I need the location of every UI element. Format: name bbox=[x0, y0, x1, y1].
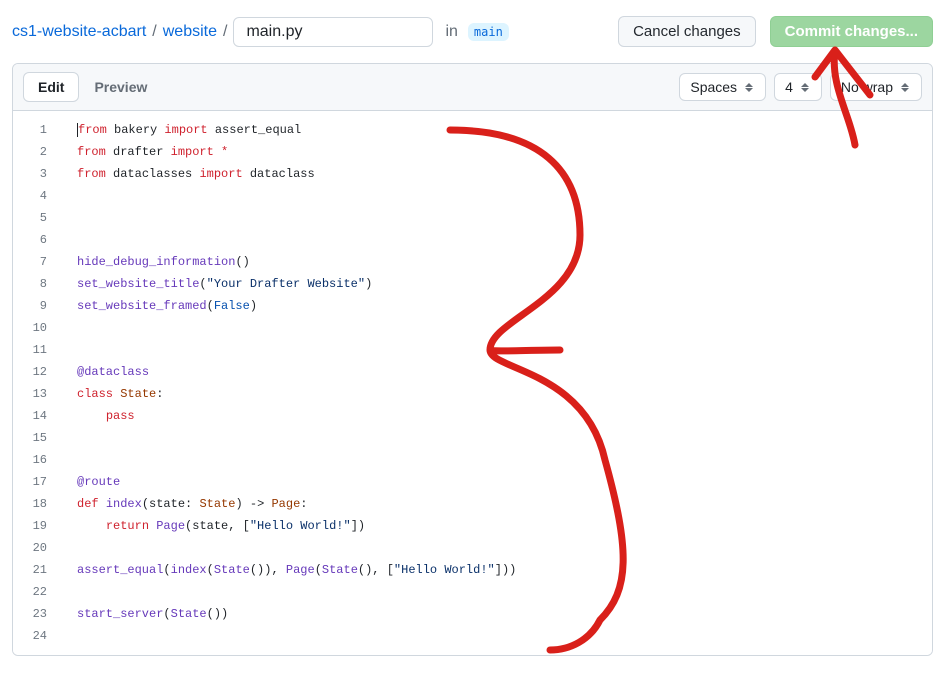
code-line[interactable]: @route bbox=[65, 471, 932, 493]
code-content[interactable]: from bakery import assert_equalfrom draf… bbox=[65, 111, 932, 655]
line-number: 18 bbox=[13, 493, 65, 515]
code-line[interactable]: from dataclasses import dataclass bbox=[65, 163, 932, 185]
line-number: 11 bbox=[13, 339, 65, 361]
indent-mode-select[interactable]: Spaces bbox=[679, 73, 766, 101]
code-line[interactable]: from bakery import assert_equal bbox=[65, 119, 932, 141]
indent-size-select[interactable]: 4 bbox=[774, 73, 822, 101]
line-number: 4 bbox=[13, 185, 65, 207]
line-number: 12 bbox=[13, 361, 65, 383]
line-number: 24 bbox=[13, 625, 65, 647]
breadcrumb-sep: / bbox=[223, 23, 227, 41]
line-gutter: 123456789101112131415161718192021222324 bbox=[13, 111, 65, 655]
line-number: 16 bbox=[13, 449, 65, 471]
code-line[interactable] bbox=[65, 581, 932, 603]
line-number: 7 bbox=[13, 251, 65, 273]
line-number: 22 bbox=[13, 581, 65, 603]
editor-toolbar: Edit Preview Spaces 4 No wrap bbox=[13, 64, 932, 111]
line-number: 8 bbox=[13, 273, 65, 295]
branch-badge[interactable]: main bbox=[468, 23, 509, 41]
line-number: 10 bbox=[13, 317, 65, 339]
line-number: 17 bbox=[13, 471, 65, 493]
cancel-button[interactable]: Cancel changes bbox=[618, 16, 756, 47]
editor-panel: Edit Preview Spaces 4 No wrap 1234567891… bbox=[12, 63, 933, 656]
code-line[interactable] bbox=[65, 339, 932, 361]
breadcrumb-sep: / bbox=[152, 23, 156, 41]
code-line[interactable] bbox=[65, 625, 932, 647]
code-line[interactable] bbox=[65, 317, 932, 339]
indent-size-label: 4 bbox=[785, 79, 793, 95]
breadcrumb-folder[interactable]: website bbox=[163, 23, 217, 41]
line-number: 5 bbox=[13, 207, 65, 229]
line-number: 19 bbox=[13, 515, 65, 537]
sort-icon bbox=[801, 80, 811, 94]
in-label: in bbox=[445, 23, 457, 41]
line-number: 9 bbox=[13, 295, 65, 317]
code-line[interactable]: hide_debug_information() bbox=[65, 251, 932, 273]
code-line[interactable]: set_website_framed(False) bbox=[65, 295, 932, 317]
line-number: 1 bbox=[13, 119, 65, 141]
tab-preview[interactable]: Preview bbox=[79, 72, 162, 102]
line-number: 13 bbox=[13, 383, 65, 405]
wrap-label: No wrap bbox=[841, 79, 893, 95]
wrap-select[interactable]: No wrap bbox=[830, 73, 922, 101]
sort-icon bbox=[745, 80, 755, 94]
line-number: 2 bbox=[13, 141, 65, 163]
code-line[interactable] bbox=[65, 427, 932, 449]
line-number: 23 bbox=[13, 603, 65, 625]
code-line[interactable] bbox=[65, 449, 932, 471]
code-line[interactable]: from drafter import * bbox=[65, 141, 932, 163]
code-line[interactable]: return Page(state, ["Hello World!"]) bbox=[65, 515, 932, 537]
line-number: 3 bbox=[13, 163, 65, 185]
breadcrumb-root[interactable]: cs1-website-acbart bbox=[12, 23, 146, 41]
indent-mode-label: Spaces bbox=[690, 79, 737, 95]
code-line[interactable]: set_website_title("Your Drafter Website"… bbox=[65, 273, 932, 295]
code-line[interactable]: def index(state: State) -> Page: bbox=[65, 493, 932, 515]
line-number: 6 bbox=[13, 229, 65, 251]
code-line[interactable] bbox=[65, 229, 932, 251]
code-line[interactable]: start_server(State()) bbox=[65, 603, 932, 625]
line-number: 14 bbox=[13, 405, 65, 427]
filename-input[interactable] bbox=[233, 17, 433, 47]
commit-button[interactable]: Commit changes... bbox=[770, 16, 933, 47]
breadcrumb: cs1-website-acbart / website / in main bbox=[12, 17, 509, 47]
code-line[interactable] bbox=[65, 185, 932, 207]
line-number: 21 bbox=[13, 559, 65, 581]
code-editor[interactable]: 123456789101112131415161718192021222324 … bbox=[13, 111, 932, 655]
code-line[interactable] bbox=[65, 207, 932, 229]
line-number: 20 bbox=[13, 537, 65, 559]
code-line[interactable]: class State: bbox=[65, 383, 932, 405]
file-header: cs1-website-acbart / website / in main C… bbox=[0, 0, 945, 63]
code-line[interactable]: @dataclass bbox=[65, 361, 932, 383]
code-line[interactable]: pass bbox=[65, 405, 932, 427]
code-line[interactable] bbox=[65, 537, 932, 559]
code-line[interactable]: assert_equal(index(State()), Page(State(… bbox=[65, 559, 932, 581]
sort-icon bbox=[901, 80, 911, 94]
tab-edit[interactable]: Edit bbox=[23, 72, 79, 102]
line-number: 15 bbox=[13, 427, 65, 449]
